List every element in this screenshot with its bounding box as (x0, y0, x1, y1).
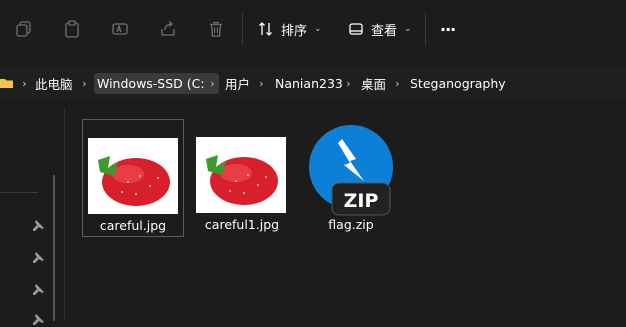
file-name: careful1.jpg (204, 217, 280, 232)
chevron-right-icon[interactable]: › (78, 73, 91, 94)
strawberry-thumbnail (88, 138, 178, 214)
strawberry-thumbnail (196, 137, 286, 213)
file-name: flag.zip (328, 217, 374, 232)
toolbar-separator (425, 13, 426, 45)
chevron-right-icon[interactable]: › (206, 73, 219, 94)
breadcrumb-users[interactable]: 用户 (225, 73, 250, 94)
file-item-flag-zip[interactable]: ZIP flag.zip (300, 119, 402, 237)
breadcrumb-this-pc[interactable]: 此电脑 (35, 73, 73, 94)
zip-badge: ZIP (343, 190, 379, 212)
breadcrumb-nanian233[interactable]: Nanian233 (275, 73, 343, 94)
chevron-right-icon[interactable]: › (255, 73, 268, 94)
paste-icon (65, 20, 79, 38)
file-item-careful-jpg[interactable]: careful.jpg (82, 119, 184, 237)
more-options-button[interactable]: ··· (440, 17, 456, 41)
pin-icon[interactable] (31, 283, 45, 297)
share-icon (161, 21, 175, 36)
trash-icon (210, 21, 222, 37)
copy-button[interactable] (10, 15, 38, 43)
breadcrumb-windows-ssd[interactable]: Windows-SSD (C:) (94, 73, 213, 94)
paste-button[interactable] (58, 15, 86, 43)
breadcrumb-steganography[interactable]: Steganography (410, 73, 506, 94)
chevron-down-icon: ⌄ (404, 24, 412, 34)
chevron-right-icon[interactable]: › (391, 73, 404, 94)
copy-icon (16, 21, 31, 37)
file-item-careful1-jpg[interactable]: careful1.jpg (191, 119, 293, 237)
command-bar: 排序 ⌄ 查看 ⌄ ··· (0, 0, 626, 58)
folder-icon (0, 79, 13, 88)
pin-icon[interactable] (31, 313, 45, 327)
pin-icon[interactable] (31, 219, 45, 233)
sort-label: 排序 (281, 23, 308, 39)
chevron-down-icon: ⌄ (314, 24, 322, 34)
more-icon: ··· (440, 19, 456, 39)
view-menu[interactable]: 查看 ⌄ (348, 17, 412, 41)
sort-menu[interactable]: 排序 ⌄ (258, 17, 322, 41)
pin-icon[interactable] (31, 251, 45, 265)
navigation-pane (0, 108, 56, 325)
rename-button[interactable] (106, 15, 134, 43)
nav-scrollbar[interactable] (53, 175, 55, 321)
rename-icon (112, 23, 128, 35)
sort-icon (259, 22, 272, 36)
chevron-right-icon[interactable]: › (342, 73, 355, 94)
file-name: careful.jpg (99, 218, 167, 233)
view-icon (349, 23, 363, 35)
breadcrumb-desktop[interactable]: 桌面 (361, 73, 386, 94)
view-label: 查看 (371, 23, 398, 39)
share-button[interactable] (154, 15, 182, 43)
nav-divider (0, 192, 38, 193)
address-bar[interactable]: › 此电脑 › Windows-SSD (C:) › 用户 › Nanian23… (0, 66, 626, 100)
pane-divider (64, 108, 65, 321)
chevron-right-icon[interactable]: › (18, 73, 31, 94)
delete-button[interactable] (202, 15, 230, 43)
toolbar-separator (242, 13, 243, 45)
